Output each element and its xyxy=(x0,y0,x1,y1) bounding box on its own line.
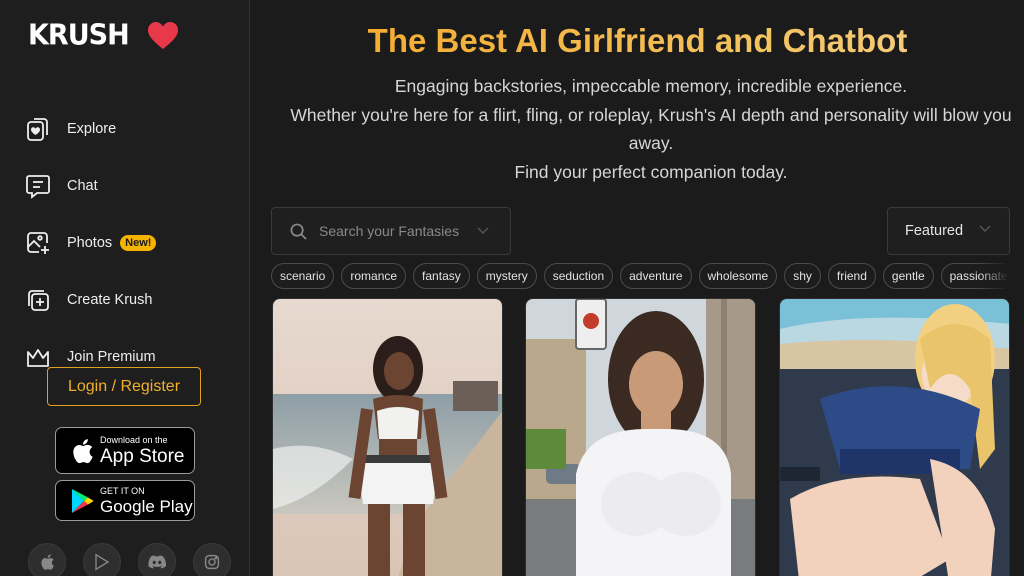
logo-text: KRUSH xyxy=(28,19,130,52)
new-badge: New! xyxy=(120,234,157,251)
chat-bubble-icon xyxy=(24,172,52,200)
apple-icon xyxy=(64,433,100,469)
brand-logo[interactable]: KRUSH xyxy=(28,19,179,52)
sidebar-nav: Explore Chat Photos New! Create Krush Jo… xyxy=(24,100,234,385)
sidebar-item-label: Explore xyxy=(67,120,117,137)
hero-line-1: Engaging backstories, impeccable memory,… xyxy=(394,76,908,96)
sidebar-item-explore[interactable]: Explore xyxy=(24,100,234,157)
tag-chip[interactable]: romance xyxy=(341,263,407,289)
play-store-social-icon[interactable] xyxy=(83,543,121,576)
search-input[interactable] xyxy=(319,223,469,239)
hero-description: Engaging backstories, impeccable memory,… xyxy=(271,72,1024,186)
app-store-big-text: App Store xyxy=(100,445,185,467)
character-card[interactable] xyxy=(525,298,756,576)
tag-chip[interactable]: wholesome xyxy=(698,263,778,289)
character-card[interactable] xyxy=(779,298,1010,576)
tag-chip[interactable]: scenario xyxy=(271,263,335,289)
tag-chip[interactable]: mystery xyxy=(476,263,537,289)
sidebar-item-chat[interactable]: Chat xyxy=(24,157,234,214)
character-card-image xyxy=(526,299,755,576)
tag-chip[interactable]: passionate xyxy=(940,263,1009,289)
sort-selected-value: Featured xyxy=(905,223,964,239)
discord-icon[interactable] xyxy=(138,543,176,576)
login-register-button[interactable]: Login / Register xyxy=(47,367,201,406)
hero-line-3: Find your perfect companion today. xyxy=(514,161,788,182)
character-card-image xyxy=(273,299,502,576)
tag-filter-list: scenario romance fantasy mystery seducti… xyxy=(271,263,1009,290)
main-content: The Best AI Girlfriend and Chatbot Engag… xyxy=(251,0,1024,576)
tag-chip[interactable]: shy xyxy=(784,263,821,289)
tag-chip[interactable]: friend xyxy=(827,263,876,289)
sort-dropdown[interactable]: Featured xyxy=(887,207,1010,255)
crown-icon xyxy=(24,343,52,371)
chevron-down-icon xyxy=(477,227,489,235)
google-play-button[interactable]: GET IT ON Google Play xyxy=(55,480,195,521)
heart-icon xyxy=(147,21,178,49)
create-plus-icon xyxy=(24,286,52,314)
sidebar-item-photos[interactable]: Photos New! xyxy=(24,214,234,271)
tag-chip[interactable]: seduction xyxy=(543,263,614,289)
explore-cards-heart-icon xyxy=(24,115,52,143)
apple-social-icon[interactable] xyxy=(28,543,66,576)
sidebar-item-label: Photos xyxy=(67,234,113,251)
google-play-big-text: Google Play xyxy=(100,496,193,516)
tag-chip[interactable]: adventure xyxy=(620,263,692,289)
hero-line-2: Whether you're here for a flirt, fling, … xyxy=(290,104,1012,154)
character-card[interactable] xyxy=(272,298,503,576)
character-card-image xyxy=(780,299,1009,576)
search-box[interactable] xyxy=(271,207,511,255)
google-play-small-text: GET IT ON xyxy=(100,485,145,496)
sidebar-item-label: Create Krush xyxy=(67,291,153,308)
social-links xyxy=(28,543,231,576)
sidebar-item-label: Join Premium xyxy=(67,348,156,365)
sidebar: KRUSH Explore Chat Photos New! Create Kr… xyxy=(0,0,250,576)
page-title: The Best AI Girlfriend and Chatbot xyxy=(251,22,1024,60)
google-play-icon xyxy=(64,483,100,519)
search-icon xyxy=(290,223,307,240)
instagram-icon[interactable] xyxy=(193,543,231,576)
sidebar-item-label: Chat xyxy=(67,177,98,194)
photo-plus-icon xyxy=(24,229,52,257)
tag-chip[interactable]: gentle xyxy=(882,263,934,289)
app-store-button[interactable]: Download on the App Store xyxy=(55,427,195,474)
app-store-small-text: Download on the xyxy=(100,434,168,445)
sidebar-item-create-krush[interactable]: Create Krush xyxy=(24,271,234,328)
chevron-down-icon xyxy=(979,225,991,233)
tag-chip[interactable]: fantasy xyxy=(413,263,470,289)
